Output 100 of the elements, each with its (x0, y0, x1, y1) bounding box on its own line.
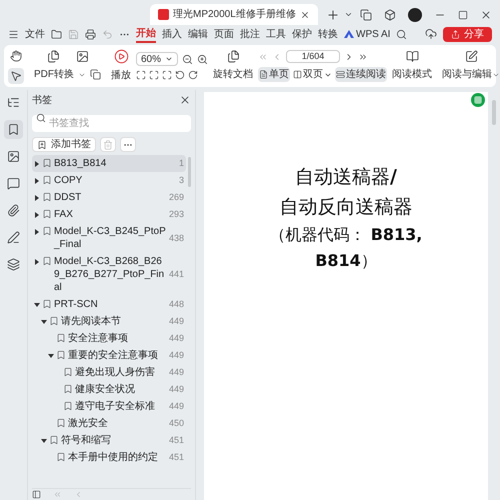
caret-icon[interactable] (344, 10, 353, 19)
bookmark-title: 符号和缩写 (61, 434, 112, 447)
expand-arrow-icon[interactable] (41, 318, 47, 324)
bookmark-item[interactable]: 安全注意事项 449 (32, 330, 186, 347)
menu-tab[interactable]: 保护 (292, 26, 312, 42)
new-tab-icon[interactable] (326, 8, 340, 22)
app-badge[interactable] (471, 93, 485, 107)
view-button[interactable]: 连续阅读 (335, 67, 387, 82)
menu-icon[interactable] (8, 28, 19, 40)
cube-icon[interactable] (384, 8, 396, 20)
zoom-out-icon[interactable] (182, 54, 193, 64)
search-field[interactable]: 书签查找 (32, 115, 191, 132)
expand-arrow-icon[interactable] (41, 438, 47, 444)
page-number: 3 (178, 174, 184, 187)
bookmark-item[interactable]: 遵守电子安全标准 449 (32, 398, 186, 415)
rotate-left-icon[interactable] (175, 70, 185, 80)
menu-tab[interactable]: 工具 (266, 26, 286, 42)
bookmark-item[interactable]: COPY 3 (32, 172, 186, 189)
panel-icon[interactable] (32, 490, 41, 499)
bookmark-item[interactable]: 请先阅读本节 449 (32, 313, 186, 330)
page-number: 449 (168, 315, 184, 328)
play-button[interactable]: 播放 (111, 68, 131, 83)
bookmark-item[interactable]: 激光安全 450 (32, 415, 186, 432)
folder-icon[interactable] (51, 28, 62, 40)
page-number: 449 (168, 349, 184, 362)
expand-arrow-icon[interactable] (34, 228, 40, 234)
fit-page-icon[interactable] (136, 70, 146, 80)
read-mode-button[interactable]: 阅读模式 (392, 67, 432, 82)
expand-arrow-icon[interactable] (34, 302, 40, 308)
menu-tab[interactable]: 转换 (318, 26, 338, 42)
page-number: 449 (168, 400, 184, 413)
close-icon[interactable] (179, 94, 191, 106)
add-bookmark-button[interactable]: 添加书签 (32, 137, 96, 152)
page-field[interactable]: 1/604 (286, 50, 340, 63)
menu-tab[interactable]: 开始 (136, 26, 156, 42)
rotate-document-button[interactable]: 旋转文档 (213, 67, 253, 82)
bookmark-item[interactable]: B813_B814 1 (32, 155, 186, 172)
trash-icon (103, 140, 113, 150)
file-menu[interactable]: 文件 (25, 26, 45, 42)
bookmark-item[interactable]: 避免出现人身伤害 449 (32, 364, 186, 381)
menu-tab[interactable]: 插入 (162, 26, 182, 42)
pdf-icon (158, 9, 169, 20)
close-icon[interactable] (480, 8, 492, 20)
zoom-select[interactable]: 60% (136, 52, 178, 66)
view-button[interactable]: 单页 (258, 67, 290, 82)
bookmark-item[interactable]: FAX 293 (32, 206, 186, 223)
bookmark-title: 安全注意事项 (68, 332, 129, 345)
expand-arrow-icon[interactable] (34, 178, 40, 184)
expand-arrow-icon[interactable] (48, 352, 54, 358)
search-icon[interactable] (396, 28, 408, 40)
cloud-icon[interactable] (425, 28, 437, 40)
document-text: 自动送稿器/ (295, 165, 397, 190)
single-page-icon (259, 70, 268, 79)
scrollbar[interactable] (492, 100, 496, 125)
bookmark-icon[interactable] (4, 120, 23, 139)
expand-arrow-icon[interactable] (34, 160, 40, 166)
zoom-in-icon[interactable] (197, 54, 208, 64)
print-icon[interactable] (85, 28, 96, 40)
view-button[interactable]: 双页 (292, 67, 333, 82)
expand-arrow-icon[interactable] (34, 212, 40, 218)
bookmark-title: 健康安全状况 (75, 383, 136, 396)
window-icon[interactable] (360, 8, 372, 20)
ai-menu[interactable]: WPS AI (356, 26, 390, 42)
rotate-right-icon[interactable] (188, 70, 198, 80)
bookmark-item[interactable]: PRT-SCN 448 (32, 296, 186, 313)
bookmark-item[interactable]: Model_K-C3_B268_B269_B276_B277_PtoP_Final 441 (32, 253, 186, 296)
bookmark-icon (42, 256, 52, 266)
expand-arrow-icon[interactable] (34, 258, 40, 264)
share-icon (451, 30, 460, 38)
page-number: 451 (168, 434, 184, 447)
menu-tab[interactable]: 页面 (214, 26, 234, 42)
maximize-icon[interactable] (458, 10, 468, 20)
bookmark-item[interactable]: 健康安全状况 449 (32, 381, 186, 398)
bookmark-title: 激光安全 (68, 417, 109, 430)
read-edit-button[interactable]: 阅读与编辑 (442, 67, 492, 82)
bookmark-item[interactable]: DDST 269 (32, 189, 186, 206)
hand-icon[interactable] (8, 48, 24, 64)
menu-tab[interactable]: 编辑 (188, 26, 208, 42)
scrollbar[interactable] (188, 157, 191, 187)
bookmark-title: 遵守电子安全标准 (75, 400, 156, 413)
play-icon (114, 49, 128, 64)
convert-icon[interactable] (90, 69, 101, 80)
bookmark-title: PRT-SCN (54, 298, 99, 311)
pointer-icon[interactable] (8, 68, 24, 84)
menu-tab[interactable]: 批注 (240, 26, 260, 42)
close-icon[interactable] (300, 10, 310, 20)
bookmark-item[interactable]: 重要的安全注意事项 449 (32, 347, 186, 364)
pdf-convert-button[interactable]: PDF转换 (34, 67, 74, 82)
caret-icon (165, 55, 173, 63)
page-number: 269 (168, 191, 184, 204)
document-tab[interactable]: 理光MP2000L维修手册维修 (150, 4, 318, 25)
last-page-icon[interactable] (358, 52, 368, 62)
expand-arrow-icon[interactable] (34, 194, 40, 200)
page-number: 450 (168, 417, 184, 430)
bookmark-item[interactable]: 符号和缩写 451 (32, 432, 186, 449)
bookmark-title: FAX (54, 208, 74, 221)
bookmark-item[interactable]: 本手册中使用的约定 451 (32, 449, 186, 466)
share-button[interactable]: 分享 (443, 26, 492, 42)
ai-logo (344, 30, 354, 38)
avatar[interactable] (408, 8, 422, 22)
